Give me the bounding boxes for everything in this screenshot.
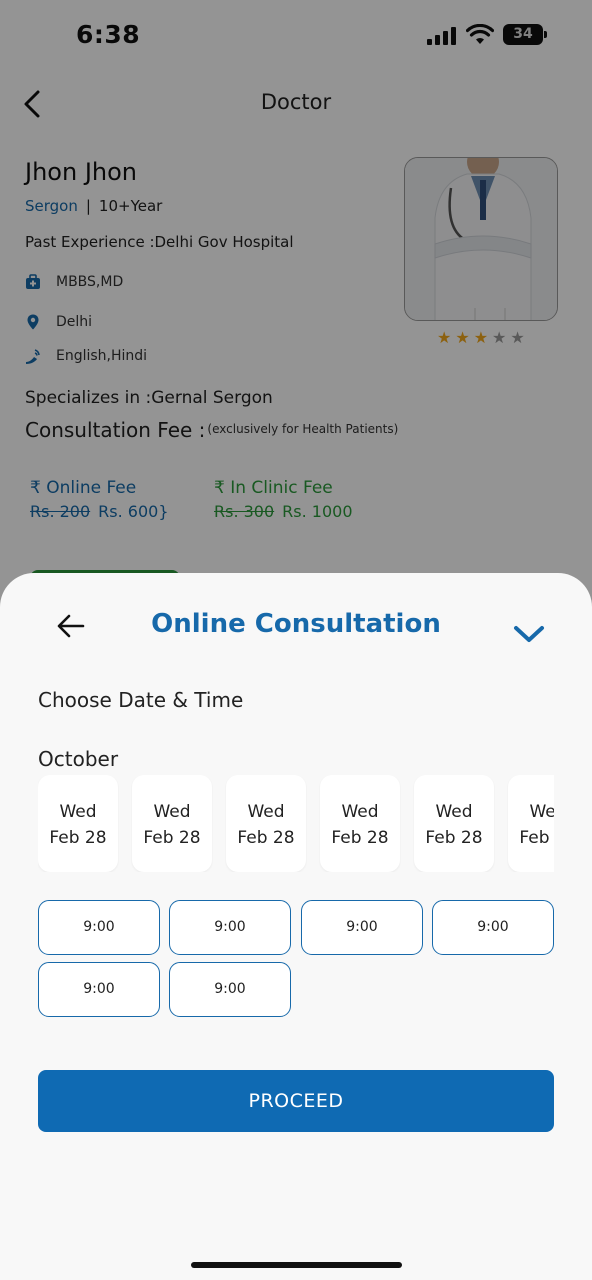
- date-card[interactable]: Wed Feb 28: [508, 775, 554, 872]
- date-day: Wed: [529, 802, 554, 822]
- proceed-button[interactable]: PROCEED: [38, 1070, 554, 1132]
- date-day: Wed: [153, 802, 191, 822]
- date-date: Feb 28: [143, 828, 201, 848]
- date-card[interactable]: Wed Feb 28: [320, 775, 400, 872]
- date-strip[interactable]: Wed Feb 28 Wed Feb 28 Wed Feb 28 Wed Feb…: [38, 775, 554, 872]
- date-date: Feb 28: [425, 828, 483, 848]
- date-date: Feb 28: [331, 828, 389, 848]
- date-date: Feb 28: [237, 828, 295, 848]
- sheet-title: Online Consultation: [151, 609, 441, 639]
- time-slot[interactable]: 9:00: [38, 900, 160, 955]
- date-card[interactable]: Wed Feb 28: [226, 775, 306, 872]
- date-day: Wed: [59, 802, 97, 822]
- chevron-down-icon[interactable]: [512, 623, 546, 645]
- time-slot[interactable]: 9:00: [169, 962, 291, 1017]
- time-slot[interactable]: 9:00: [169, 900, 291, 955]
- date-day: Wed: [247, 802, 285, 822]
- time-slot[interactable]: 9:00: [432, 900, 554, 955]
- date-card[interactable]: Wed Feb 28: [132, 775, 212, 872]
- month-label: October: [38, 747, 119, 771]
- date-day: Wed: [435, 802, 473, 822]
- date-date: Feb 28: [519, 828, 554, 848]
- date-date: Feb 28: [49, 828, 107, 848]
- date-card[interactable]: Wed Feb 28: [38, 775, 118, 872]
- choose-date-time-label: Choose Date & Time: [38, 688, 244, 712]
- date-day: Wed: [341, 802, 379, 822]
- time-slot[interactable]: 9:00: [301, 900, 423, 955]
- home-indicator: [191, 1262, 402, 1268]
- date-card[interactable]: Wed Feb 28: [414, 775, 494, 872]
- booking-sheet: Online Consultation Choose Date & Time O…: [0, 573, 592, 1280]
- time-slot[interactable]: 9:00: [38, 962, 160, 1017]
